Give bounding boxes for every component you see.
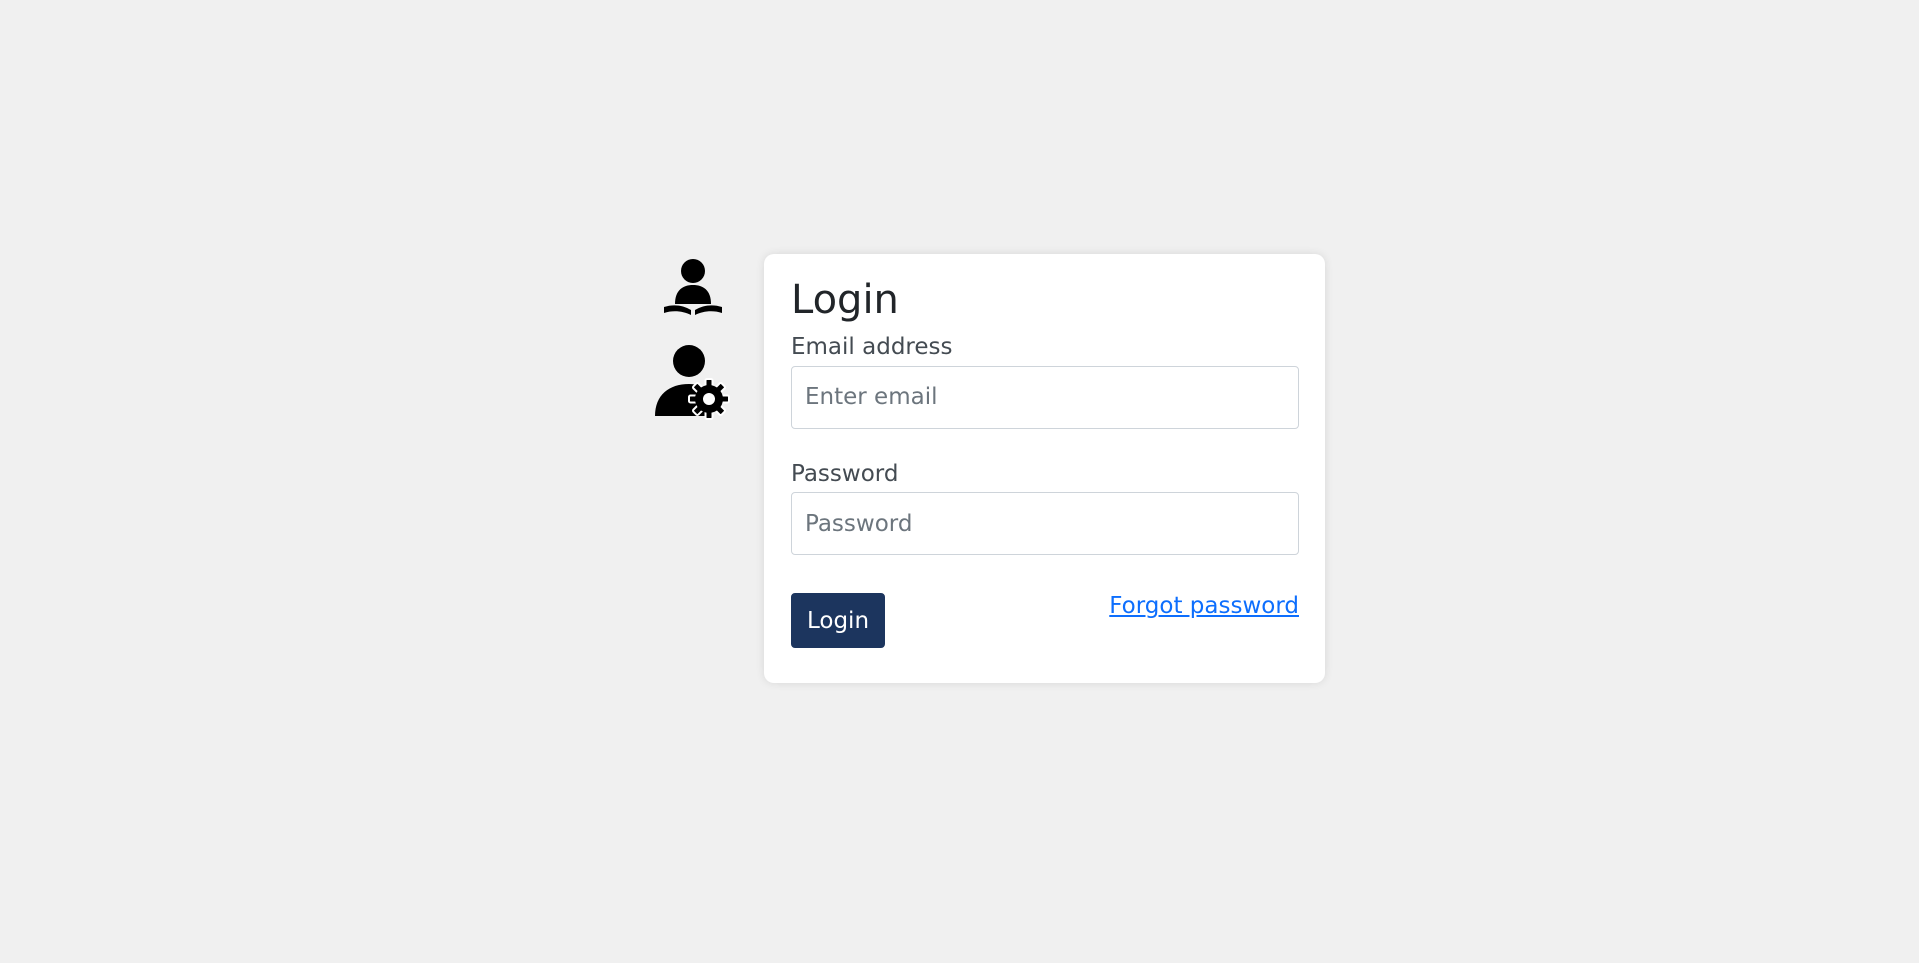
login-card: Login Email address Password Login Forgo… (764, 254, 1325, 683)
login-button[interactable]: Login (791, 593, 885, 649)
user-reading-icon[interactable] (661, 258, 725, 322)
email-label: Email address (791, 334, 953, 360)
form-actions: Login Forgot password (791, 593, 1299, 649)
user-gear-icon[interactable] (655, 345, 731, 421)
password-label: Password (791, 460, 899, 487)
forgot-password-link[interactable]: Forgot password (1109, 593, 1299, 621)
password-field[interactable] (791, 492, 1299, 556)
page-title: Login (791, 277, 899, 323)
role-switcher (652, 258, 732, 421)
email-field[interactable] (791, 365, 1299, 429)
